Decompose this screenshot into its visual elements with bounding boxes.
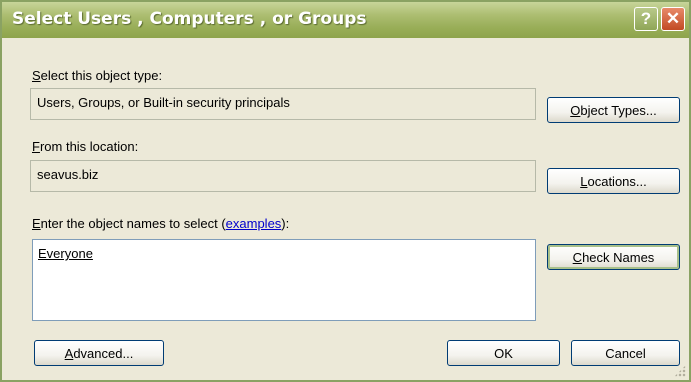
object-types-button[interactable]: Object Types... <box>547 97 680 123</box>
resize-grip[interactable] <box>674 365 686 377</box>
check-names-button[interactable]: Check Names <box>547 244 680 270</box>
select-users-dialog: Select Users , Computers , or Groups ? ✕… <box>0 0 691 382</box>
object-type-value: Users, Groups, or Built-in security prin… <box>37 95 290 110</box>
close-button[interactable]: ✕ <box>661 7 685 31</box>
location-field: seavus.biz <box>30 160 536 192</box>
object-names-label: Enter the object names to select (exampl… <box>32 216 290 231</box>
question-icon: ? <box>640 9 652 28</box>
location-label: From this location: <box>32 139 139 154</box>
examples-link[interactable]: examples <box>226 216 282 231</box>
cancel-button[interactable]: Cancel <box>571 340 680 366</box>
locations-button[interactable]: Locations... <box>547 168 680 194</box>
location-value: seavus.biz <box>37 167 99 182</box>
ok-button[interactable]: OK <box>447 340 560 366</box>
advanced-button[interactable]: Advanced... <box>34 340 164 366</box>
object-names-input[interactable]: Everyone <box>32 239 536 321</box>
object-type-field: Users, Groups, or Built-in security prin… <box>30 88 536 120</box>
close-icon: ✕ <box>665 9 681 28</box>
help-button[interactable]: ? <box>634 7 658 31</box>
window-title: Select Users , Computers , or Groups <box>12 9 367 29</box>
title-bar[interactable]: Select Users , Computers , or Groups ? ✕ <box>2 2 689 38</box>
object-name-entry[interactable]: Everyone <box>38 246 93 261</box>
object-type-label: Select this object type: <box>32 68 163 83</box>
